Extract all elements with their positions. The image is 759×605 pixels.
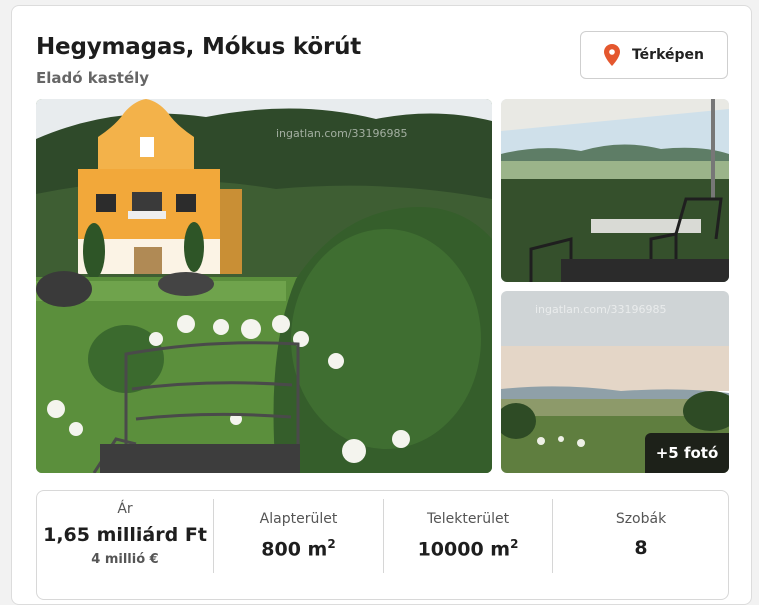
photo-watermark: ingatlan.com/33196985 <box>276 127 408 140</box>
map-button[interactable]: Térképen <box>580 31 728 79</box>
stat-price-value: 1,65 milliárd Ft <box>43 524 207 546</box>
property-stats: Ár 1,65 milliárd Ft 4 millió € Alapterül… <box>36 490 729 600</box>
stat-plot-area: Telekterület 10000 m2 <box>384 491 552 599</box>
gallery-photo-view[interactable]: ingatlan.com/33196985 +5 fotó <box>501 291 729 473</box>
stat-rooms-label: Szobák <box>615 511 667 527</box>
stat-floor-area: Alapterület 800 m2 <box>214 491 383 599</box>
stat-rooms-value: 8 <box>634 537 648 559</box>
gallery-photo-terrace[interactable] <box>501 99 729 282</box>
stat-price: Ár 1,65 milliárd Ft 4 millió € <box>37 491 213 599</box>
stat-rooms: Szobák 8 <box>553 491 729 599</box>
stat-plot-area-value: 10000 m2 <box>417 537 519 561</box>
stat-price-eur: 4 millió € <box>91 552 159 567</box>
stat-price-label: Ár <box>117 501 133 517</box>
castle-garden-photo <box>36 99 492 473</box>
more-photos-button[interactable]: +5 fotó <box>645 433 729 473</box>
map-button-label: Térképen <box>631 47 704 63</box>
location-pin-icon <box>603 44 620 66</box>
stat-floor-area-value: 800 m2 <box>261 537 336 561</box>
stat-floor-area-label: Alapterület <box>259 511 338 527</box>
photo-watermark: ingatlan.com/33196985 <box>535 303 667 316</box>
listing-title: Hegymagas, Mókus körút <box>36 34 362 60</box>
terrace-photo <box>501 99 729 282</box>
listing-subtitle: Eladó kastély <box>36 69 150 87</box>
listing-card: Hegymagas, Mókus körút Eladó kastély Tér… <box>11 5 752 605</box>
main-photo[interactable]: ingatlan.com/33196985 <box>36 99 492 473</box>
stat-plot-area-label: Telekterület <box>426 511 510 527</box>
